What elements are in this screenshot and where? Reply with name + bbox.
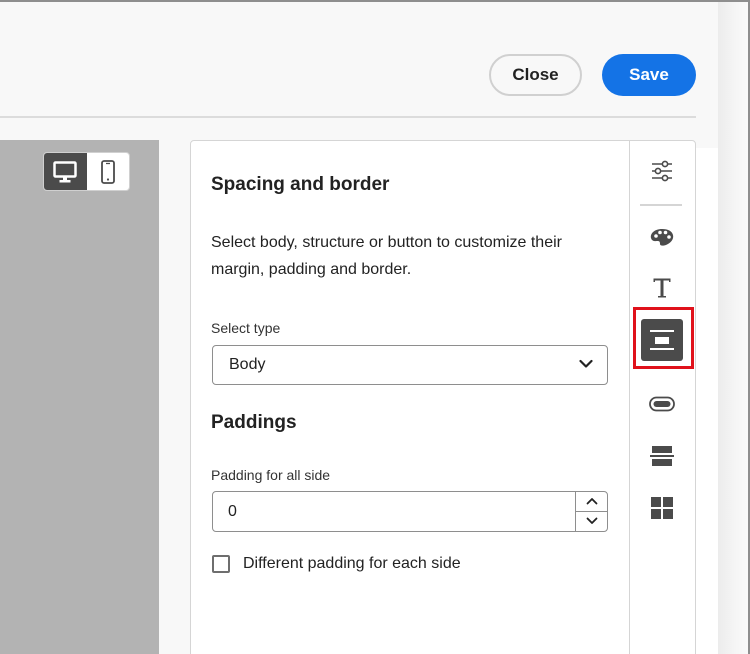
rail-item-text[interactable] — [641, 267, 683, 309]
select-type-dropdown[interactable]: Body — [212, 345, 608, 385]
desktop-view-button[interactable] — [44, 153, 87, 190]
rail-separator — [640, 204, 682, 206]
structure-grid-icon — [651, 497, 673, 519]
chevron-up-icon — [586, 498, 597, 505]
padding-all-input[interactable]: 0 — [212, 491, 608, 532]
select-type-label: Select type — [211, 320, 281, 336]
padding-all-label: Padding for all side — [211, 467, 331, 483]
highlight-frame — [633, 307, 694, 369]
canvas-gutter — [159, 140, 190, 654]
mobile-icon — [100, 159, 115, 184]
close-button[interactable]: Close — [489, 54, 582, 96]
device-toggle — [43, 152, 130, 191]
header-divider — [0, 116, 696, 118]
decrement-button[interactable] — [576, 512, 607, 532]
padding-stepper — [575, 492, 607, 531]
different-padding-row: Different padding for each side — [212, 554, 461, 574]
rail-divider — [629, 141, 630, 654]
button-icon — [649, 396, 675, 412]
settings-sliders-icon — [652, 160, 672, 182]
panel-description: Select body, structure or button to cust… — [211, 234, 562, 278]
palette-icon — [650, 229, 674, 246]
rail-item-style[interactable] — [641, 216, 683, 258]
save-button[interactable]: Save — [602, 54, 696, 96]
mobile-view-button[interactable] — [87, 153, 130, 190]
chevron-down-icon — [586, 517, 597, 525]
rail-item-settings[interactable] — [641, 150, 683, 192]
right-gutter — [718, 0, 750, 654]
paddings-title: Paddings — [211, 412, 297, 433]
divider-icon — [650, 446, 674, 466]
increment-button[interactable] — [576, 492, 607, 512]
padding-all-value: 0 — [228, 503, 237, 520]
panel-title: Spacing and border — [211, 174, 390, 195]
rail-item-structure[interactable] — [641, 487, 683, 529]
text-icon — [653, 278, 671, 298]
different-padding-label[interactable]: Different padding for each side — [243, 555, 461, 573]
settings-panel — [190, 140, 696, 654]
select-type-value: Body — [229, 356, 266, 373]
rail-item-divider[interactable] — [641, 435, 683, 477]
different-padding-checkbox[interactable] — [212, 555, 230, 573]
desktop-icon — [53, 160, 77, 182]
rail-item-button[interactable] — [641, 383, 683, 425]
chevron-down-icon — [579, 359, 593, 368]
email-canvas — [0, 140, 159, 654]
